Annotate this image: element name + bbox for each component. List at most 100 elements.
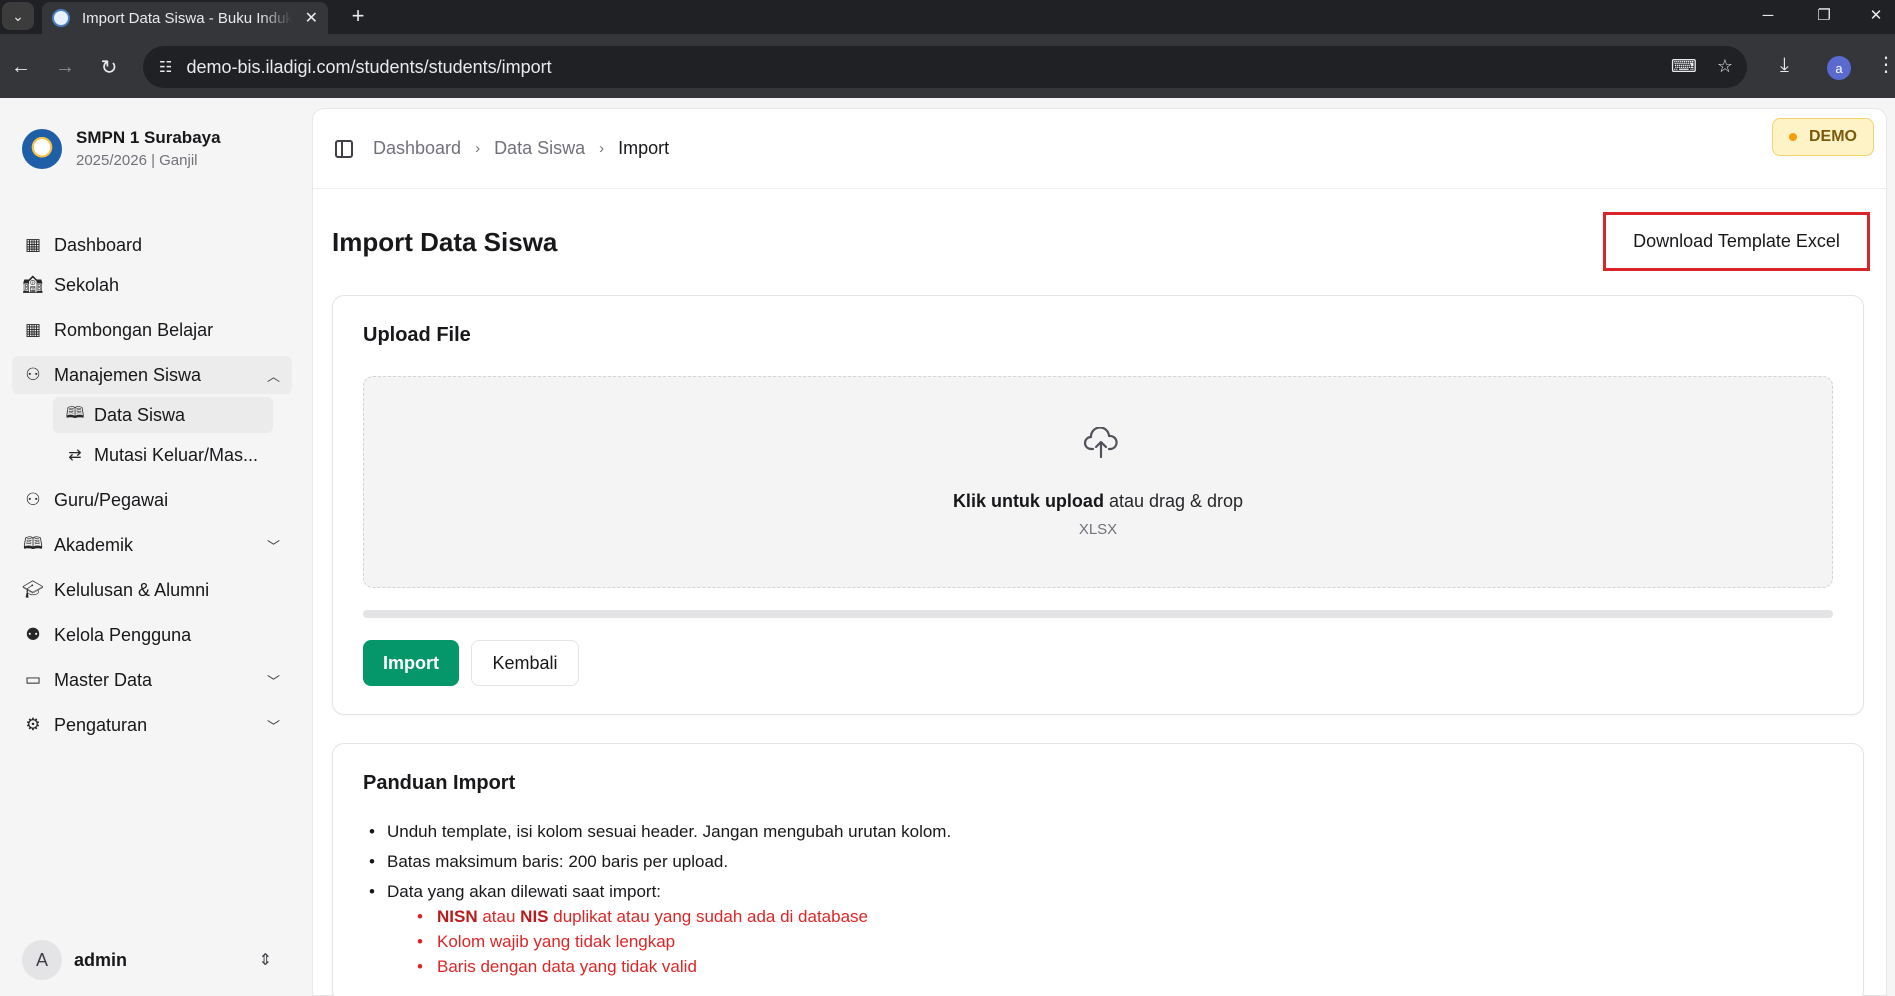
chevron-down-icon: ﹀ xyxy=(266,673,280,689)
sidebar-item-label: Master Data xyxy=(54,669,153,690)
download-template-button[interactable]: Download Template Excel xyxy=(1603,212,1870,271)
list-item: Unduh template, isi kolom sesuai header.… xyxy=(363,822,951,841)
book-open-icon: 🕮 xyxy=(65,404,85,422)
favicon-icon xyxy=(52,9,70,27)
guide-list: Unduh template, isi kolom sesuai header.… xyxy=(363,822,951,987)
breadcrumb-current: Import xyxy=(618,138,670,158)
main-content: Dashboard › Data Siswa › Import DEMO Imp… xyxy=(312,108,1887,996)
sidebar-item-label: Mutasi Keluar/Mas... xyxy=(94,444,259,465)
upload-progress-bar xyxy=(363,610,1833,618)
school-icon: 🏫︎ xyxy=(22,275,44,294)
import-button[interactable]: Import xyxy=(363,640,459,686)
window-close-button[interactable]: ✕ xyxy=(1853,0,1895,30)
kebab-menu-icon[interactable]: ⋮ xyxy=(1876,52,1895,77)
bookmark-star-icon[interactable]: ☆ xyxy=(1717,56,1733,77)
sidebar-item-akademik[interactable]: 🕮 Akademik ﹀ xyxy=(12,526,292,564)
users-icon: ⚇ xyxy=(25,365,41,384)
list-item: Kolom wajib yang tidak lengkap xyxy=(413,932,951,951)
browser-tab[interactable]: Import Data Siswa - Buku Induk ✕ xyxy=(42,2,328,34)
breadcrumb: Dashboard › Data Siswa › Import xyxy=(373,138,669,159)
list-item: Baris dengan data yang tidak valid xyxy=(413,957,951,976)
chevron-down-icon: ⌄ xyxy=(12,7,24,24)
sidebar-item-master-data[interactable]: ▭ Master Data ﹀ xyxy=(12,661,292,699)
chevron-right-icon: › xyxy=(475,140,481,157)
chevron-down-icon: ﹀ xyxy=(266,718,280,734)
user-cog-icon: ⚉ xyxy=(25,625,41,644)
forward-button[interactable]: → xyxy=(50,52,80,82)
breadcrumb-dashboard[interactable]: Dashboard xyxy=(373,138,461,159)
tab-title: Import Data Siswa - Buku Induk xyxy=(82,9,292,27)
list-item: Data yang akan dilewati saat import: NIS… xyxy=(363,882,951,976)
book-icon: 🕮 xyxy=(22,533,44,553)
demo-badge-label: DEMO xyxy=(1809,128,1857,145)
file-dropzone[interactable]: Klik untuk upload atau drag & drop XLSX xyxy=(363,376,1833,588)
school-brand[interactable]: SMPN 1 Surabaya 2025/2026 | Ganjil xyxy=(22,128,221,169)
list-item: NISN atau NIS duplikat atau yang sudah a… xyxy=(413,907,951,926)
minimize-button[interactable]: ─ xyxy=(1745,0,1791,30)
sidebar-item-kelola-pengguna[interactable]: ⚉ Kelola Pengguna xyxy=(12,616,292,654)
sidebar-item-label: Guru/Pegawai xyxy=(54,489,169,510)
top-bar: Dashboard › Data Siswa › Import DEMO xyxy=(313,109,1886,189)
arrows-swap-icon: ⇄ xyxy=(68,447,82,464)
dropzone-cta: Klik untuk upload xyxy=(952,491,1104,511)
school-logo xyxy=(22,128,62,169)
new-tab-button[interactable]: + xyxy=(344,2,372,30)
sidebar-item-label: Data Siswa xyxy=(94,404,186,425)
sidebar-item-sekolah[interactable]: 🏫︎ Sekolah xyxy=(12,266,292,304)
skip-rules-list: NISN atau NIS duplikat atau yang sudah a… xyxy=(413,907,951,976)
skip-text: atau xyxy=(477,907,521,926)
sidebar-item-guru-pegawai[interactable]: ⚇ Guru/Pegawai xyxy=(12,481,292,519)
url-text[interactable]: demo-bis.iladigi.com/students/students/i… xyxy=(186,57,551,78)
sidebar-item-pengaturan[interactable]: ⚙ Pengaturan ﹀ xyxy=(12,706,292,744)
sidebar-item-rombongan-belajar[interactable]: ▦ Rombongan Belajar xyxy=(12,311,292,349)
tab-search-button[interactable]: ⌄ xyxy=(2,2,34,30)
nis-label: NIS xyxy=(520,907,549,926)
sidebar-item-label: Manajemen Siswa xyxy=(54,364,202,385)
sidebar-item-manajemen-siswa[interactable]: ⚇ Manajemen Siswa ︿ xyxy=(12,356,292,394)
sidebar-item-label: Kelulusan & Alumni xyxy=(54,579,210,600)
sidebar-item-mutasi[interactable]: ⇄ Mutasi Keluar/Mas... xyxy=(53,437,273,473)
profile-avatar[interactable]: a xyxy=(1827,56,1851,80)
sidebar-item-dashboard[interactable]: ▦ Dashboard xyxy=(12,226,292,264)
page-title: Import Data Siswa xyxy=(332,227,558,257)
address-bar[interactable]: ☷ demo-bis.iladigi.com/students/students… xyxy=(143,46,1747,88)
back-button[interactable]: ← xyxy=(6,52,36,82)
site-settings-icon[interactable]: ☷ xyxy=(159,58,172,76)
gear-icon: ⚙ xyxy=(25,715,41,734)
user-menu[interactable]: A admin ⇕ xyxy=(22,940,292,980)
dropzone-file-types: XLSX xyxy=(1078,521,1118,538)
chevron-down-icon: ﹀ xyxy=(266,538,280,554)
sidebar-item-label: Akademik xyxy=(54,534,134,555)
upload-card-title: Upload File xyxy=(363,324,471,346)
dropzone-cta-rest: atau drag & drop xyxy=(1103,491,1244,511)
grid-icon: ▦ xyxy=(24,235,42,254)
translate-icon[interactable]: ⌨ xyxy=(1671,56,1697,77)
skip-text: duplikat atau yang sudah ada di database xyxy=(548,907,868,926)
grid-icon: ▦ xyxy=(24,320,42,339)
sidebar-toggle-icon[interactable] xyxy=(335,140,353,158)
reload-button[interactable]: ↻ xyxy=(94,52,124,82)
breadcrumb-data-siswa[interactable]: Data Siswa xyxy=(494,138,585,159)
sidebar-item-label: Pengaturan xyxy=(54,714,148,735)
back-button-kembali[interactable]: Kembali xyxy=(471,640,579,686)
list-item: Batas maksimum baris: 200 baris per uplo… xyxy=(363,852,951,871)
sidebar-item-label: Sekolah xyxy=(54,274,120,295)
guide-card: Panduan Import Unduh template, isi kolom… xyxy=(332,743,1864,996)
status-dot-icon xyxy=(1789,133,1797,141)
close-icon[interactable]: ✕ xyxy=(305,8,318,28)
graduation-cap-icon: 🎓︎ xyxy=(22,580,44,599)
sidebar-item-kelulusan-alumni[interactable]: 🎓︎ Kelulusan & Alumni xyxy=(12,571,292,609)
browser-tab-bar: ⌄ Import Data Siswa - Buku Induk ✕ + ─ ❐… xyxy=(0,0,1895,34)
browser-toolbar: ← → ↻ ☷ demo-bis.iladigi.com/students/st… xyxy=(0,34,1895,98)
cloud-upload-icon xyxy=(1083,427,1118,459)
demo-badge: DEMO xyxy=(1772,118,1874,156)
guide-card-title: Panduan Import xyxy=(363,772,516,794)
school-name: SMPN 1 Surabaya xyxy=(76,128,221,147)
restore-button[interactable]: ❐ xyxy=(1801,0,1847,30)
folder-icon: ▭ xyxy=(24,670,42,689)
download-icon[interactable]: ⤓ xyxy=(1780,54,1789,77)
dropzone-instruction: Klik untuk upload atau drag & drop xyxy=(364,491,1832,512)
list-item-text: Data yang akan dilewati saat import: xyxy=(387,882,662,901)
avatar: A xyxy=(22,940,62,980)
sidebar-item-data-siswa[interactable]: 🕮 Data Siswa xyxy=(53,397,273,433)
